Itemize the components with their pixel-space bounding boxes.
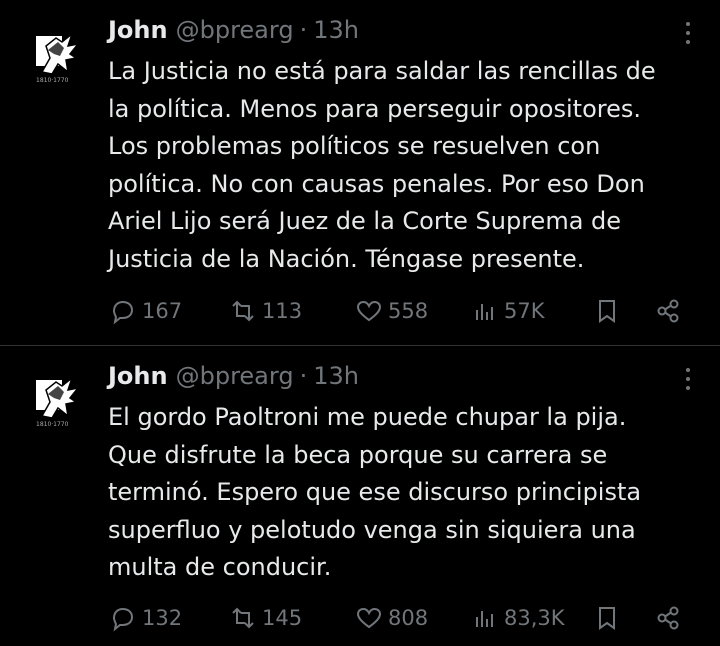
share-button[interactable] bbox=[653, 603, 683, 633]
tweet-header: John @bprearg · 13h bbox=[108, 362, 359, 392]
reply-button[interactable]: 132 bbox=[108, 603, 182, 633]
tweet-header: John @bprearg · 13h bbox=[108, 16, 359, 46]
avatar[interactable]: 1810·1770 bbox=[28, 372, 86, 430]
avatar[interactable]: 1810·1770 bbox=[28, 28, 86, 86]
repost-button[interactable]: 145 bbox=[228, 603, 302, 633]
svg-text:1810·1770: 1810·1770 bbox=[36, 421, 69, 428]
repost-icon bbox=[232, 300, 254, 322]
heart-icon bbox=[356, 300, 382, 322]
reply-count: 132 bbox=[142, 606, 183, 630]
heart-icon bbox=[356, 607, 382, 629]
like-button[interactable]: 558 bbox=[354, 296, 428, 326]
tweet-actions: 167 113 558 57K bbox=[108, 296, 698, 326]
share-button[interactable] bbox=[653, 296, 683, 326]
repost-icon bbox=[232, 607, 254, 629]
reply-icon bbox=[112, 300, 134, 325]
reply-count: 167 bbox=[142, 299, 183, 323]
like-count: 808 bbox=[388, 606, 429, 630]
svg-text:1810·1770: 1810·1770 bbox=[36, 77, 69, 84]
bookmark-button[interactable] bbox=[592, 296, 622, 326]
views-icon bbox=[476, 304, 493, 320]
author-name[interactable]: John bbox=[108, 16, 168, 44]
more-options-icon[interactable] bbox=[684, 368, 692, 394]
like-count: 558 bbox=[388, 299, 429, 323]
view-count: 57K bbox=[504, 299, 545, 323]
author-name[interactable]: John bbox=[108, 362, 168, 390]
tweet-text: El gordo Paoltroni me puede chupar la pi… bbox=[108, 403, 642, 581]
tweet[interactable]: 1810·1770 John @bprearg · 13h La Justici… bbox=[0, 0, 720, 346]
timestamp[interactable]: 13h bbox=[313, 362, 359, 390]
more-options-icon[interactable] bbox=[684, 22, 692, 48]
separator-dot: · bbox=[299, 362, 308, 390]
reply-icon bbox=[112, 607, 134, 632]
share-icon bbox=[657, 606, 679, 630]
author-handle[interactable]: @bprearg bbox=[176, 362, 294, 390]
views-button[interactable]: 57K bbox=[470, 296, 545, 326]
author-handle[interactable]: @bprearg bbox=[176, 16, 294, 44]
reply-button[interactable]: 167 bbox=[108, 296, 182, 326]
view-count: 83,3K bbox=[504, 606, 565, 630]
views-icon bbox=[476, 611, 493, 627]
tweet-actions: 132 145 808 83,3K bbox=[108, 603, 698, 633]
like-button[interactable]: 808 bbox=[354, 603, 428, 633]
tweet-text: La Justicia no está para saldar las renc… bbox=[108, 57, 656, 273]
share-icon bbox=[657, 299, 679, 323]
separator-dot: · bbox=[299, 16, 308, 44]
bookmark-icon bbox=[599, 300, 615, 323]
repost-count: 145 bbox=[262, 606, 303, 630]
views-button[interactable]: 83,3K bbox=[470, 603, 565, 633]
bookmark-button[interactable] bbox=[592, 603, 622, 633]
eagle-logo-icon: 1810·1770 bbox=[36, 375, 80, 428]
bookmark-icon bbox=[599, 607, 615, 630]
repost-count: 113 bbox=[262, 299, 303, 323]
repost-button[interactable]: 113 bbox=[228, 296, 302, 326]
eagle-logo-icon: 1810·1770 bbox=[36, 31, 80, 84]
timestamp[interactable]: 13h bbox=[313, 16, 359, 44]
